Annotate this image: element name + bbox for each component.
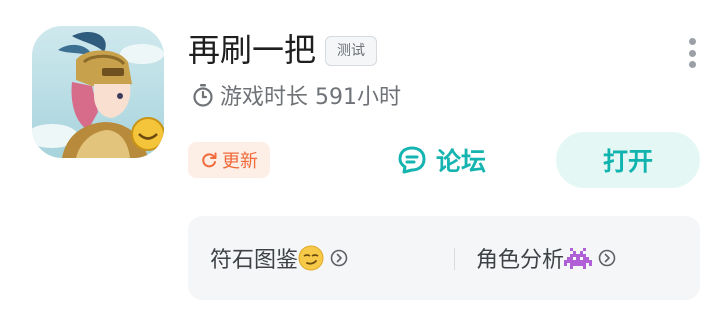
game-art-icon	[32, 26, 164, 158]
shortcut-character-analysis[interactable]: 角色分析	[476, 216, 616, 300]
more-dots-icon	[688, 38, 696, 45]
forum-label: 论坛	[436, 147, 487, 176]
open-button[interactable]: 打开	[556, 132, 700, 188]
shortcut-rune-gallery[interactable]: 符石图鉴	[210, 216, 348, 300]
chevron-circle-icon	[598, 249, 616, 267]
space-invader-icon	[564, 248, 593, 269]
app-icon[interactable]	[32, 26, 164, 158]
shortcut-bar: 符石图鉴 角色分析	[188, 216, 700, 300]
shortcut-divider	[454, 248, 455, 270]
open-label: 打开	[602, 147, 653, 176]
stopwatch-icon	[193, 84, 213, 107]
playtime-row: 游戏时长 591小时	[192, 80, 401, 110]
app-title: 再刷一把	[188, 31, 317, 69]
shortcut-label: 角色分析	[476, 248, 565, 273]
shortcut-label: 符石图鉴	[210, 248, 299, 273]
update-label: 更新	[222, 151, 258, 172]
update-button[interactable]: 更新	[188, 142, 270, 178]
refresh-icon	[202, 152, 217, 168]
test-badge: 测试	[325, 36, 377, 66]
forum-button[interactable]: 论坛	[396, 140, 486, 180]
more-menu-button[interactable]	[686, 38, 698, 68]
smirk-face-icon	[298, 245, 324, 271]
playtime-text: 游戏时长 591小时	[220, 85, 401, 110]
chevron-circle-icon	[330, 249, 348, 267]
chat-bubble-icon	[398, 146, 426, 174]
